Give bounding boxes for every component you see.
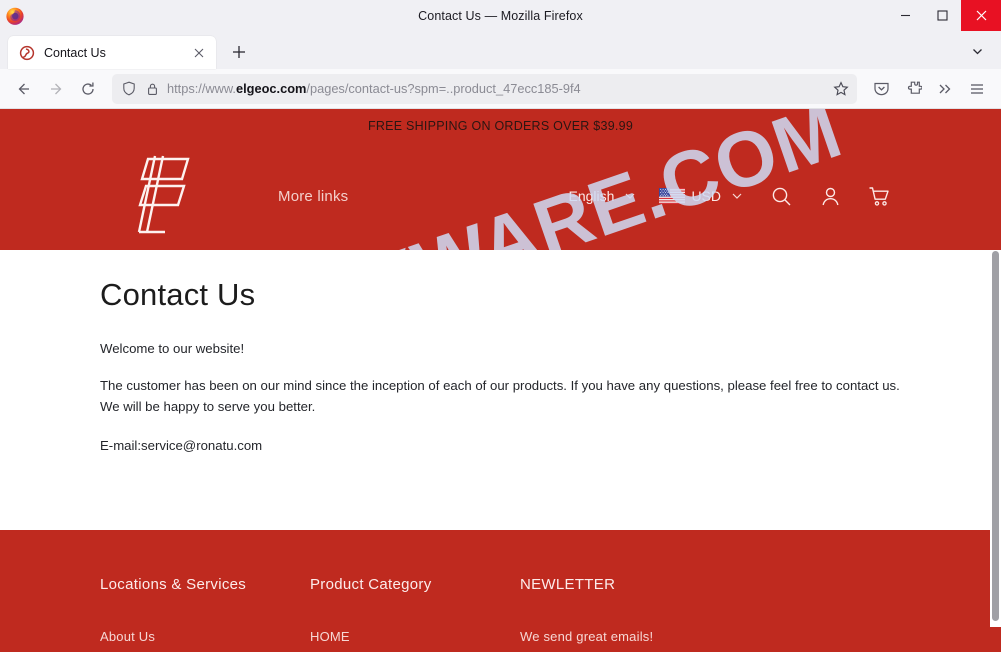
tab-contact-us[interactable]: Contact Us [8,36,216,69]
announcement-bar: FREE SHIPPING ON ORDERS OVER $39.99 [0,109,1001,142]
footer-link-home[interactable]: HOME [310,629,520,644]
newsletter-blurb: We send great emails! [520,629,654,644]
close-tab-button[interactable] [190,44,208,62]
footer-column-newsletter: NEWLETTER We send great emails! [520,576,820,652]
url-text: https://www.elgeoc.com/pages/contact-us?… [167,81,581,96]
pocket-save-icon[interactable] [865,74,897,104]
navigation-toolbar: https://www.elgeoc.com/pages/contact-us?… [0,69,1001,109]
tracking-protection-shield-icon[interactable] [121,81,137,97]
announcement-text: FREE SHIPPING ON ORDERS OVER $39.99 [367,118,634,133]
footer-columns: Locations & Services About Us Product Ca… [100,576,901,652]
nav-more-links[interactable]: More links [278,188,348,205]
footer-heading: Product Category [310,576,432,593]
firefox-logo-icon [5,6,25,26]
padlock-icon[interactable] [144,81,160,97]
page-viewport: FREE SHIPPING ON ORDERS OVER $39.99 More… [0,109,1001,652]
close-window-button[interactable] [961,0,1001,31]
scrollbar-thumb[interactable] [992,251,999,621]
extensions-icon[interactable] [897,74,929,104]
new-tab-button[interactable] [224,37,254,67]
language-label: English [568,188,615,204]
forward-button[interactable] [40,74,72,104]
us-flag-icon [659,188,686,204]
cart-icon[interactable] [867,184,891,208]
footer-column-product-category: Product Category HOME [310,576,520,652]
account-icon[interactable] [818,184,842,208]
browser-window: Contact Us — Mozilla Firefox Contact Us [0,0,1001,652]
contact-email: E-mail:service@ronatu.com [100,438,263,454]
toolbar-end-buttons [865,74,993,104]
site-footer: Locations & Services About Us Product Ca… [0,521,1001,652]
chevron-down-icon [623,189,637,203]
intro-paragraph: Welcome to our website! [100,341,245,356]
window-controls [887,0,1001,31]
currency-label: USD [691,188,721,204]
window-title: Contact Us — Mozilla Firefox [418,8,583,23]
bookmark-star-icon[interactable] [831,79,851,99]
chevron-down-icon [730,189,744,203]
chevron-down-icon[interactable] [965,39,989,63]
footer-column-locations: Locations & Services About Us [100,576,310,652]
tab-strip: Contact Us [0,31,1001,69]
search-icon[interactable] [769,184,793,208]
header-utilities: English USD [569,184,891,208]
footer-heading: NEWLETTER [520,576,616,593]
footer-heading: Locations & Services [100,576,247,593]
page-scrollbar[interactable] [990,251,1001,627]
reload-button[interactable] [72,74,104,104]
title-bar: Contact Us — Mozilla Firefox [0,0,1001,31]
footer-link-about-us[interactable]: About Us [100,629,310,644]
overflow-chevrons-icon[interactable] [929,74,961,104]
body-paragraph: The customer has been on our mind since … [100,378,900,414]
site-header: More links English USD [0,142,1001,250]
back-button[interactable] [8,74,40,104]
minimize-button[interactable] [887,0,924,31]
blocked-circle-icon [19,45,35,61]
application-menu-icon[interactable] [961,74,993,104]
page-title: Contact Us [100,277,256,312]
tab-title: Contact Us [44,45,106,60]
maximize-button[interactable] [924,0,961,31]
language-selector[interactable]: English [569,188,638,204]
site-logo[interactable] [126,153,206,239]
currency-selector[interactable]: USD [637,188,744,204]
url-bar[interactable]: https://www.elgeoc.com/pages/contact-us?… [112,73,857,104]
main-content: Contact Us Welcome to our website! The c… [0,250,1001,530]
